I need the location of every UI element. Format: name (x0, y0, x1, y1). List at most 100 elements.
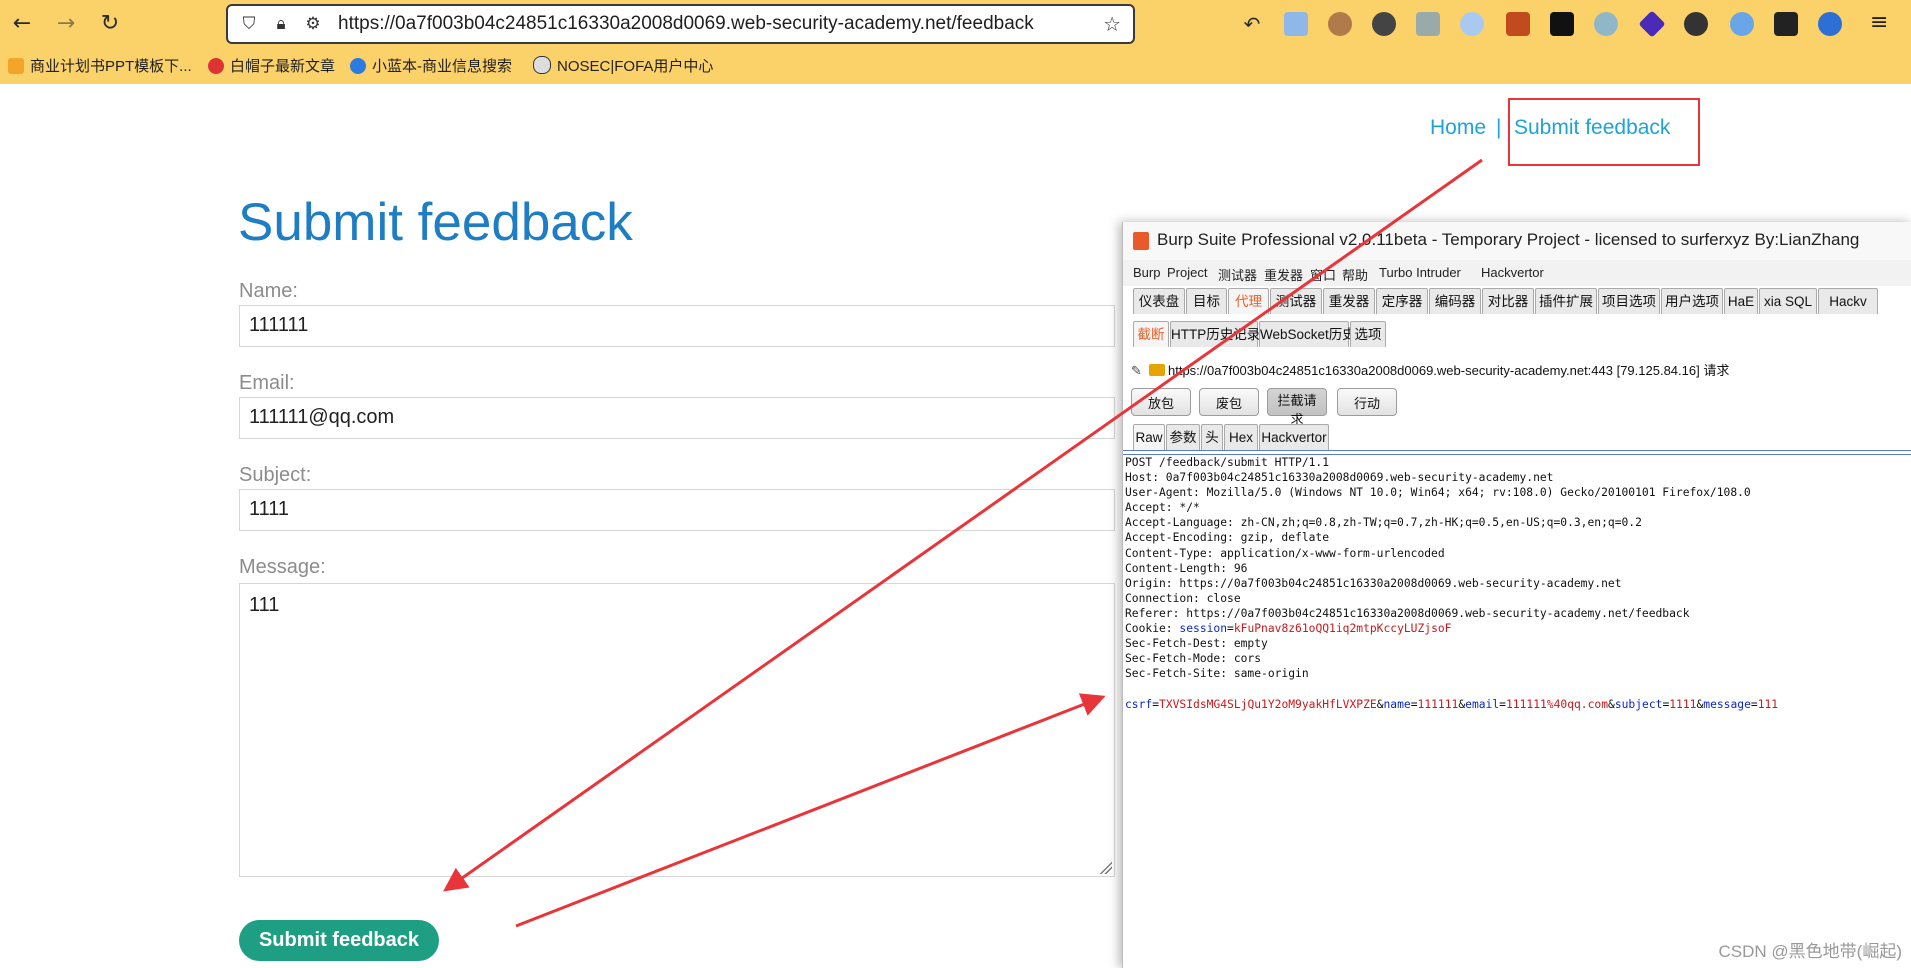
tab-raw[interactable]: Raw (1133, 424, 1165, 450)
extension-icon[interactable] (1284, 12, 1308, 36)
tab-dashboard[interactable]: 仪表盘 (1133, 288, 1185, 314)
subject-field[interactable]: 1111 (239, 489, 1115, 531)
lock-icon (1149, 364, 1165, 376)
request-line: Accept: */* (1125, 501, 1200, 515)
extension-icon[interactable] (1818, 12, 1842, 36)
tab-intruder[interactable]: 测试器 (1270, 288, 1322, 314)
extension-icon[interactable] (1638, 10, 1666, 38)
tab-project-options[interactable]: 项目选项 (1598, 288, 1660, 314)
tab-user-options[interactable]: 用户选项 (1661, 288, 1723, 314)
toggle-icon[interactable] (1594, 12, 1618, 36)
tab-proxy[interactable]: 代理 (1228, 288, 1269, 314)
hamburger-menu-icon[interactable]: ≡ (1870, 10, 1888, 35)
cookie-editor-icon[interactable] (1372, 12, 1396, 36)
menu-item[interactable]: 窗口 (1310, 265, 1336, 284)
tab-comparer[interactable]: 对比器 (1482, 288, 1534, 314)
browser-toolbar: ← → ↻ ⛉ 🔒︎ ⚙ https://0a7f003b04c24851c16… (0, 0, 1911, 84)
request-line: Host: 0a7f003b04c24851c16330a2008d0069.w… (1125, 471, 1554, 485)
action-button[interactable]: 行动 (1337, 388, 1397, 416)
request-line: Accept-Encoding: gzip, deflate (1125, 531, 1330, 545)
message-textarea[interactable]: 111 (239, 583, 1115, 877)
permissions-icon[interactable]: ⚙ (302, 13, 324, 35)
message-label: Message: (239, 556, 326, 578)
tab-repeater[interactable]: 重发器 (1323, 288, 1375, 314)
lock-icon[interactable]: 🔒︎ (270, 13, 292, 35)
extension-icon[interactable] (1460, 12, 1484, 36)
burp-window-title: Burp Suite Professional v2.0.11beta - Te… (1157, 230, 1860, 249)
tab-hae[interactable]: HaE (1724, 288, 1758, 314)
message-value: 111 (249, 594, 280, 616)
menu-item[interactable]: Project (1167, 265, 1207, 280)
extension-icon[interactable] (1774, 12, 1798, 36)
tab-intercept[interactable]: 截断 (1133, 321, 1169, 347)
edit-pencil-icon[interactable]: ✎ (1131, 364, 1149, 379)
extension-icon[interactable] (1506, 12, 1530, 36)
url-text[interactable]: https://0a7f003b04c24851c16330a2008d0069… (338, 6, 1034, 42)
name-field[interactable]: 111111 (239, 305, 1115, 347)
request-line: User-Agent: Mozilla/5.0 (Windows NT 10.0… (1125, 486, 1751, 500)
burp-logo-icon (1133, 232, 1149, 250)
intercept-buttons: 放包 废包 拦截请求 行动 (1131, 388, 1911, 427)
request-line: Content-Type: application/x-www-form-url… (1125, 546, 1445, 560)
cookie-value: kFuPnav8z61oQQ1iq2mtpKccyLUZjsoF (1233, 622, 1452, 636)
shield-icon[interactable]: ⛉ (238, 13, 260, 35)
proxy-sub-tabs: 截断 HTTP历史记录 WebSocket历史 选项 (1133, 321, 1911, 347)
burp-menu-bar: Burp Project 测试器 重发器 窗口 帮助 Turbo Intrude… (1123, 260, 1911, 286)
bookmark-star-icon[interactable]: ☆ (1103, 12, 1121, 36)
extension-icon[interactable] (1550, 12, 1574, 36)
tab-hackvertor[interactable]: Hackv (1818, 288, 1878, 314)
burp-main-tabs: 仪表盘 目标 代理 测试器 重发器 定序器 编码器 对比器 插件扩展 项目选项 … (1133, 288, 1911, 316)
request-line: Sec-Fetch-Dest: empty (1125, 637, 1268, 651)
request-line: Origin: https://0a7f003b04c24851c16330a2… (1125, 576, 1622, 590)
forward-arrow-icon[interactable]: → (52, 10, 80, 38)
tab-target[interactable]: 目标 (1186, 288, 1227, 314)
submit-feedback-button[interactable]: Submit feedback (239, 920, 439, 961)
drop-button[interactable]: 废包 (1199, 388, 1259, 416)
resize-handle-icon[interactable] (1098, 860, 1112, 874)
forward-button[interactable]: 放包 (1131, 388, 1191, 416)
tab-xia-sql[interactable]: xia SQL (1759, 288, 1817, 314)
burp-suite-window: Burp Suite Professional v2.0.11beta - Te… (1122, 222, 1911, 968)
tab-hex[interactable]: Hex (1224, 424, 1258, 450)
tab-params[interactable]: 参数 (1166, 424, 1200, 450)
nav-home-link[interactable]: Home (1430, 116, 1486, 140)
email-label: Email: (239, 372, 295, 394)
email-field[interactable]: 111111@qq.com (239, 397, 1115, 439)
tab-hackvertor-view[interactable]: Hackvertor (1259, 424, 1329, 450)
menu-item[interactable]: 测试器 (1218, 265, 1257, 284)
address-bar[interactable]: ⛉ 🔒︎ ⚙ https://0a7f003b04c24851c16330a20… (226, 4, 1135, 44)
raw-request-editor[interactable]: POST /feedback/submit HTTP/1.1 Host: 0a7f… (1125, 455, 1910, 712)
bookmark-item[interactable]: 白帽子最新文章 (208, 56, 335, 78)
tab-headers[interactable]: 头 (1201, 424, 1223, 450)
request-body: csrf=TXVSIdsMG4SLjQu1Y2oM9yakHfLVXPZE&na… (1125, 697, 1779, 711)
bookmark-item[interactable]: 小蓝本-商业信息搜索 (350, 56, 512, 78)
back-arrow-icon[interactable]: ← (8, 10, 36, 38)
tab-options[interactable]: 选项 (1350, 321, 1386, 347)
burp-bottom-area: CSDN @黑色地带(崛起) (1123, 912, 1911, 968)
bookmark-item[interactable]: 商业计划书PPT模板下... (8, 56, 192, 78)
request-line: Referer: https://0a7f003b04c24851c16330a… (1125, 606, 1690, 620)
bookmark-item[interactable]: NOSEC|FOFA用户中心 (533, 56, 713, 78)
intercept-target: https://0a7f003b04c24851c16330a2008d0069… (1168, 363, 1730, 378)
reload-icon[interactable]: ↻ (96, 10, 124, 38)
menu-item[interactable]: Turbo Intruder (1379, 265, 1461, 280)
intercept-toggle-button[interactable]: 拦截请求 (1267, 388, 1327, 427)
intercept-target-row: ✎ https://0a7f003b04c24851c16330a2008d006… (1131, 360, 1911, 384)
menu-item[interactable]: 重发器 (1264, 265, 1303, 284)
menu-item[interactable]: Hackvertor (1481, 265, 1544, 280)
watermark: CSDN @黑色地带(崛起) (1718, 942, 1902, 961)
name-label: Name: (239, 280, 298, 302)
tab-sequencer[interactable]: 定序器 (1376, 288, 1428, 314)
cookie-icon[interactable] (1328, 12, 1352, 36)
menu-item[interactable]: Burp (1133, 265, 1160, 280)
tab-decoder[interactable]: 编码器 (1429, 288, 1481, 314)
tab-http-history[interactable]: HTTP历史记录 (1170, 321, 1260, 347)
pin-icon[interactable] (1730, 12, 1754, 36)
extension-icon[interactable] (1416, 12, 1440, 36)
undo-icon[interactable]: ↶ (1238, 10, 1266, 38)
tab-websocket-history[interactable]: WebSocket历史 (1259, 321, 1356, 347)
menu-item[interactable]: 帮助 (1342, 265, 1368, 284)
tab-extender[interactable]: 插件扩展 (1535, 288, 1597, 314)
hat-icon[interactable] (1684, 12, 1708, 36)
